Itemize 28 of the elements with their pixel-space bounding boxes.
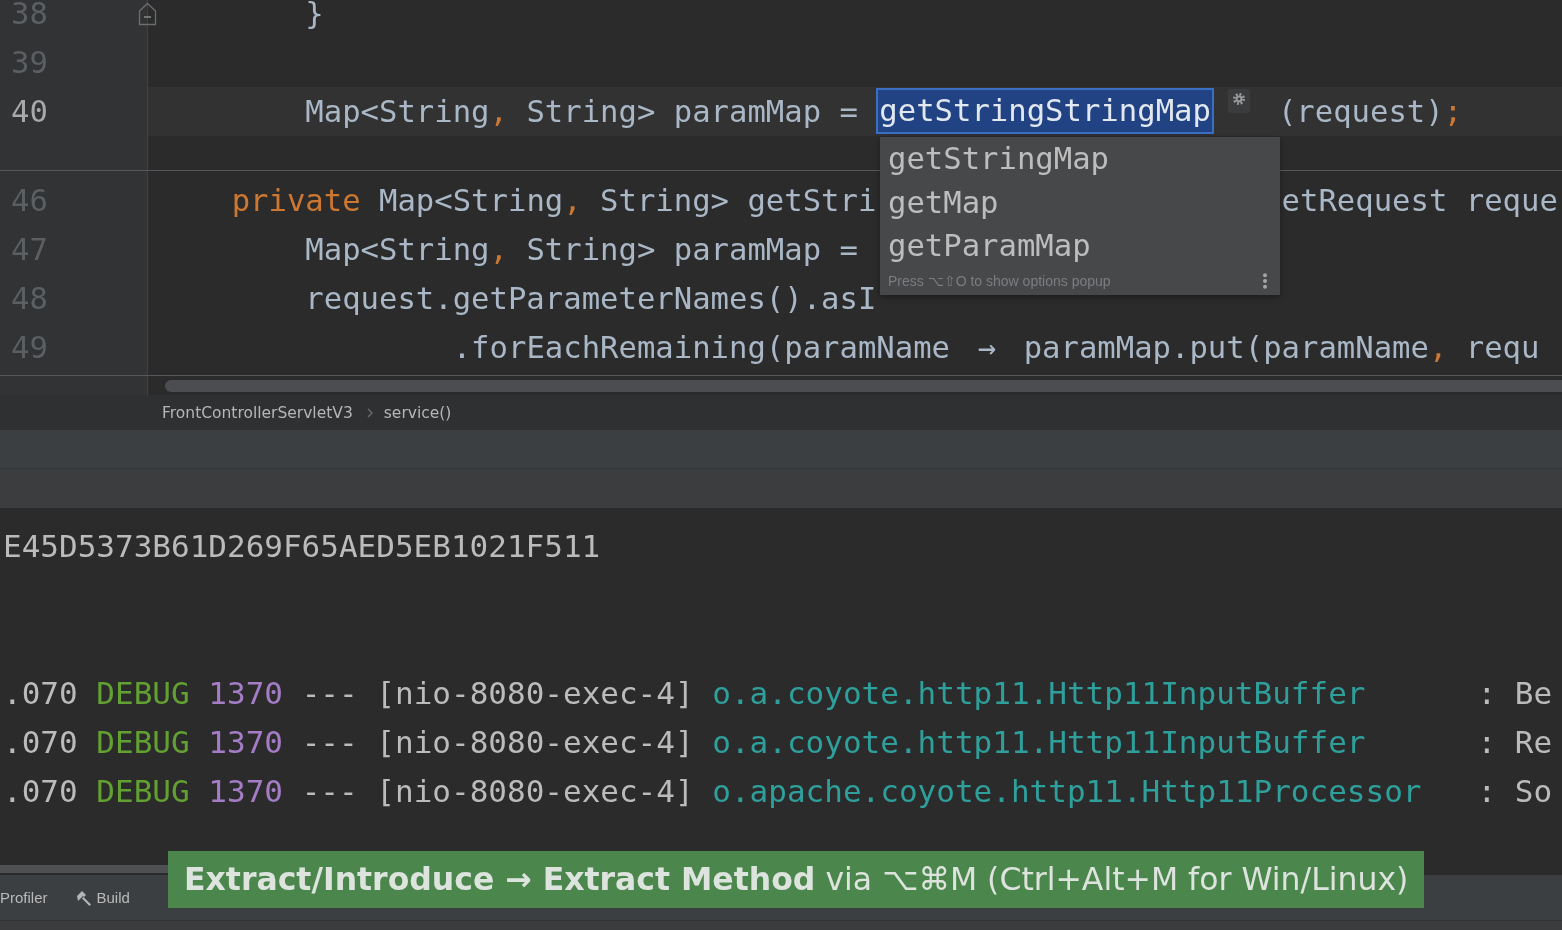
code-line: Map<String, String> paramMap = <box>305 93 858 129</box>
suggestion-item[interactable]: getMap <box>880 180 1280 224</box>
code-line: (request); <box>1277 93 1463 129</box>
code-line: .forEachRemaining(paramName → paramMap.put(paramName, requ <box>452 329 1540 365</box>
breadcrumb-item[interactable]: service() <box>383 403 452 422</box>
fold-marker-icon[interactable] <box>138 1 157 26</box>
tool-window-button[interactable]: Build <box>73 888 130 907</box>
rename-field[interactable]: getStringStringMap <box>876 88 1214 134</box>
code-line: private Map<String, String> getStri <box>231 182 877 218</box>
suggestion-item[interactable]: getParamMap <box>880 224 1280 268</box>
console-line: E45D5373B61D269F65AED5EB1021F511 <box>2 526 602 566</box>
log-line: .070 DEBUG 1370 --- [nio-8080-exec-4] o.a.coyote.http11.Http11InputBuffer : Re <box>2 722 1554 762</box>
code-line: Map<String, String> paramMap = <box>305 231 858 267</box>
line-number: 40 <box>10 93 48 129</box>
code-line: } <box>305 0 324 31</box>
tool-window-button[interactable]: Profiler <box>0 889 48 906</box>
log-line: .070 DEBUG 1370 --- [nio-8080-exec-4] o.apache.coyote.http11.Http11Processor : So <box>2 771 1554 811</box>
suggestion-item[interactable]: getStringMap <box>880 137 1280 181</box>
log-line: .070 DEBUG 1370 --- [nio-8080-exec-4] o.a.coyote.http11.Http11InputBuffer : Be <box>2 673 1554 713</box>
breadcrumb-item[interactable]: FrontControllerServletV3 <box>162 403 353 422</box>
scrollbar-thumb[interactable] <box>165 379 1562 392</box>
more-options-icon[interactable] <box>1262 273 1268 289</box>
code-line: etRequest reque <box>1281 182 1558 218</box>
chevron-right-icon <box>366 407 373 418</box>
code-line: request.getParameterNames().asI <box>305 280 877 316</box>
gear-icon[interactable] <box>1227 88 1250 113</box>
scrollbar-thumb[interactable] <box>0 864 170 873</box>
action-hint-banner: Extract/Introduce → Extract Method via ⌥⌘M (Ctrl+Alt+M for Win/Linux) <box>168 851 1425 908</box>
